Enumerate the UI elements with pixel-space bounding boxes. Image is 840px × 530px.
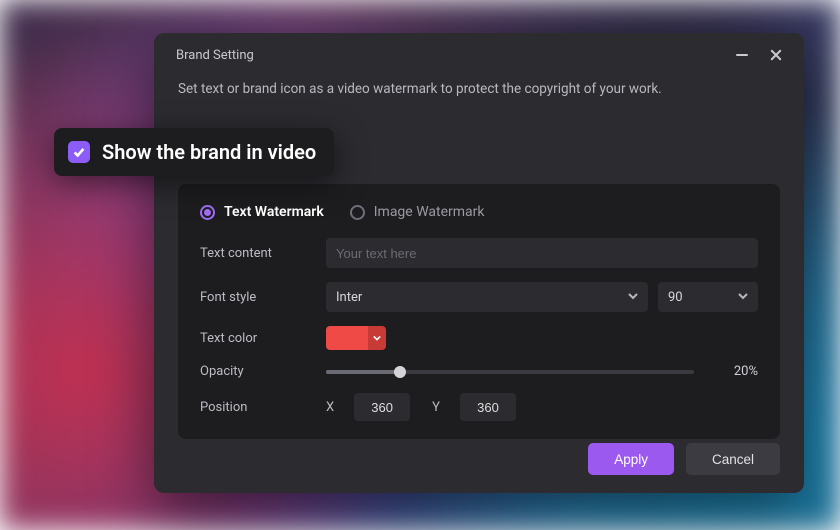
position-y-label: Y bbox=[432, 400, 440, 415]
opacity-slider[interactable] bbox=[326, 370, 694, 374]
opacity-label: Opacity bbox=[200, 364, 326, 379]
color-picker[interactable] bbox=[326, 326, 386, 350]
check-icon bbox=[72, 145, 86, 159]
color-swatch bbox=[326, 326, 368, 350]
apply-button[interactable]: Apply bbox=[588, 443, 674, 475]
font-family-select[interactable]: Inter bbox=[326, 282, 648, 312]
text-content-label: Text content bbox=[200, 246, 326, 261]
position-x-label: X bbox=[326, 400, 334, 415]
color-dropdown-button[interactable] bbox=[368, 326, 386, 350]
tab-image-watermark[interactable]: Image Watermark bbox=[350, 204, 485, 220]
position-x-input[interactable] bbox=[354, 393, 410, 421]
chevron-down-icon bbox=[628, 290, 638, 305]
font-family-value: Inter bbox=[336, 290, 362, 305]
show-brand-callout: Show the brand in video bbox=[54, 128, 334, 176]
tab-image-watermark-label: Image Watermark bbox=[374, 204, 485, 220]
show-brand-label: Show the brand in video bbox=[102, 140, 316, 164]
slider-fill bbox=[326, 370, 400, 374]
font-size-select[interactable]: 90 bbox=[658, 282, 758, 312]
dialog-title: Brand Setting bbox=[176, 48, 254, 63]
cancel-button[interactable]: Cancel bbox=[686, 443, 780, 475]
close-button[interactable] bbox=[768, 47, 784, 63]
titlebar: Brand Setting bbox=[154, 33, 804, 71]
font-size-value: 90 bbox=[668, 290, 683, 305]
radio-dot-icon bbox=[200, 205, 215, 220]
dialog-description: Set text or brand icon as a video waterm… bbox=[154, 71, 804, 97]
position-y-input[interactable] bbox=[460, 393, 516, 421]
minimize-button[interactable] bbox=[736, 54, 748, 56]
radio-dot-icon bbox=[350, 205, 365, 220]
slider-thumb[interactable] bbox=[394, 366, 406, 378]
tab-text-watermark[interactable]: Text Watermark bbox=[200, 204, 324, 220]
font-style-label: Font style bbox=[200, 290, 326, 305]
brand-setting-dialog: Brand Setting Set text or brand icon as … bbox=[154, 33, 804, 493]
show-brand-checkbox[interactable] bbox=[68, 141, 90, 163]
tab-text-watermark-label: Text Watermark bbox=[224, 204, 324, 220]
position-label: Position bbox=[200, 400, 326, 415]
chevron-down-icon bbox=[738, 290, 748, 305]
watermark-panel: Text Watermark Image Watermark Text cont… bbox=[178, 184, 780, 439]
opacity-value: 20% bbox=[710, 364, 758, 379]
text-color-label: Text color bbox=[200, 331, 326, 346]
text-content-input[interactable] bbox=[326, 238, 758, 268]
